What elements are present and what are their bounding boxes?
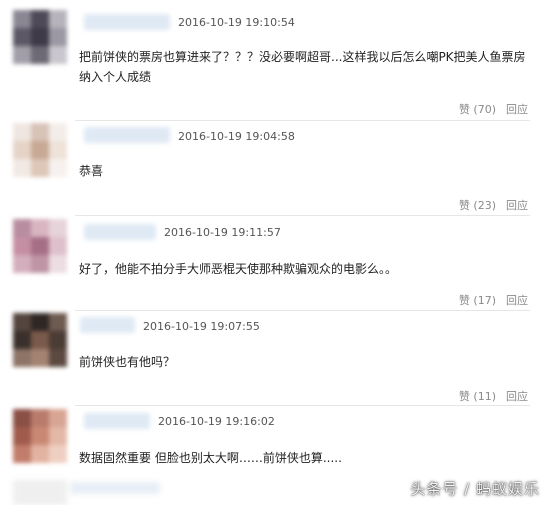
avatar[interactable]: [13, 219, 67, 273]
username[interactable]: [84, 14, 170, 30]
reply-button[interactable]: 回应: [506, 294, 528, 307]
avatar[interactable]: [13, 313, 67, 367]
comment-text: 恭喜: [79, 164, 104, 178]
avatar[interactable]: [13, 123, 67, 177]
comment-actions: 赞 (23) 回应: [459, 197, 528, 213]
reply-button[interactable]: 回应: [506, 390, 528, 403]
reply-button[interactable]: 回应: [506, 103, 528, 116]
like-button[interactable]: 赞 (17): [459, 294, 496, 307]
comment-timestamp: 2016-10-19 19:04:58: [178, 130, 295, 143]
like-button[interactable]: 赞 (11): [459, 390, 496, 403]
comment-text: 数据固然重要 但脸也别太大啊……前饼侠也算.....: [79, 451, 342, 465]
divider: [75, 310, 530, 311]
comment-timestamp: 2016-10-19 19:11:57: [164, 226, 281, 239]
comment-text: 前饼侠也有他吗？: [79, 355, 176, 369]
comment-text: 把前饼侠的票房也算进来了？？？没必要啊超哥...这样我以后怎么嘲PK把美人鱼票房…: [79, 50, 526, 84]
username[interactable]: [84, 127, 170, 143]
username[interactable]: [80, 317, 135, 333]
reply-button[interactable]: 回应: [506, 199, 528, 212]
comment-timestamp: 2016-10-19 19:16:02: [158, 415, 275, 428]
avatar[interactable]: [13, 409, 67, 463]
comment-timestamp: 2016-10-19 19:10:54: [178, 16, 295, 29]
divider: [75, 120, 530, 121]
comment-actions: 赞 (17) 回应: [459, 292, 528, 308]
avatar[interactable]: [13, 10, 67, 64]
divider: [75, 405, 530, 406]
username[interactable]: [84, 224, 156, 240]
like-button[interactable]: 赞 (23): [459, 199, 496, 212]
divider: [75, 215, 530, 216]
like-button[interactable]: 赞 (70): [459, 103, 496, 116]
username[interactable]: [84, 413, 150, 429]
comment-timestamp: 2016-10-19 19:07:55: [143, 320, 260, 333]
next-comment-avatar: [13, 480, 67, 505]
comment-actions: 赞 (11) 回应: [459, 388, 528, 404]
comment-actions: 赞 (70) 回应: [459, 101, 528, 117]
comment-text: 好了，他能不拍分手大师恶棍天使那种欺骗观众的电影么。。: [79, 262, 398, 276]
watermark: 头条号 / 蚂蚁娱乐: [410, 480, 540, 498]
next-comment-username: [70, 482, 160, 494]
